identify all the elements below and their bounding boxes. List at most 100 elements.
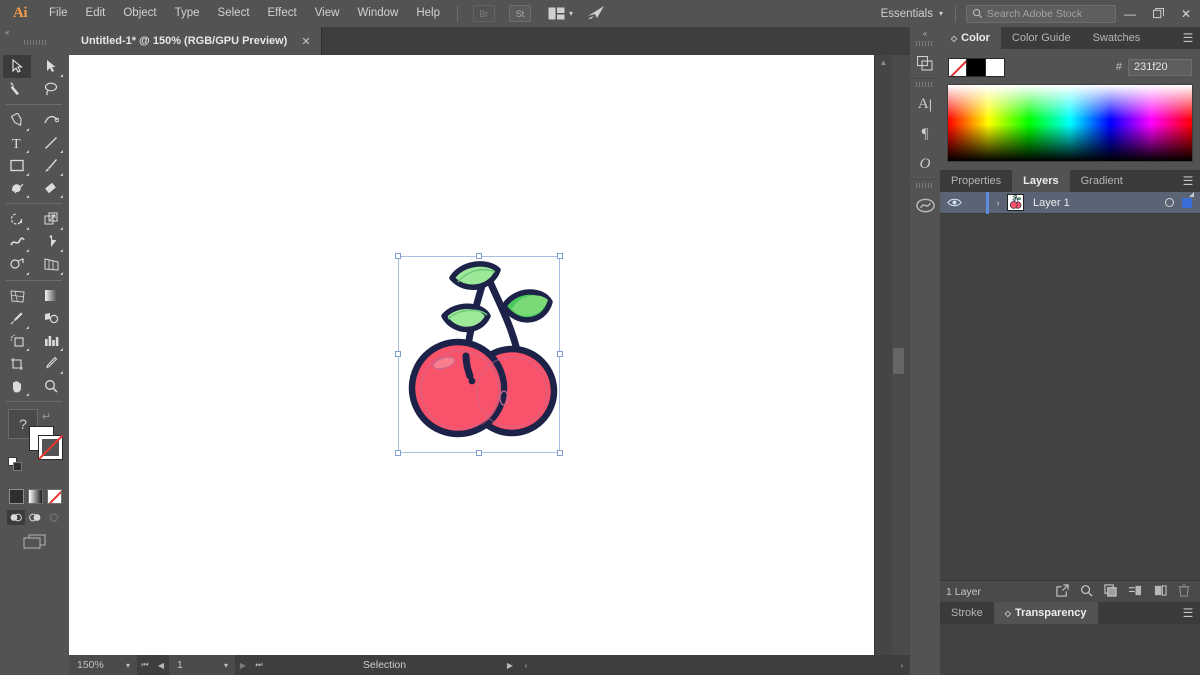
layer-expand-arrow[interactable]: › <box>989 198 1007 208</box>
canvas-vertical-scrollbar[interactable]: ▲ <box>874 55 892 655</box>
first-artboard-button[interactable]: ⏮ <box>137 660 153 670</box>
perspective-grid-tool[interactable] <box>37 253 65 276</box>
paintbrush-tool[interactable] <box>37 154 65 177</box>
dock-drag-handle[interactable] <box>916 41 934 46</box>
tab-color-guide[interactable]: Color Guide <box>1001 27 1082 49</box>
close-icon[interactable]: ✕ <box>301 35 310 48</box>
column-graph-tool[interactable] <box>37 330 65 353</box>
artboard-dropdown-icon[interactable]: ▾ <box>217 655 235 675</box>
artboard-tool[interactable] <box>3 352 31 375</box>
curvature-tool[interactable] <box>37 109 65 132</box>
creative-cloud-icon[interactable] <box>910 190 940 220</box>
black-swatch[interactable] <box>967 57 986 77</box>
pen-tool[interactable] <box>3 109 31 132</box>
search-icon[interactable] <box>1080 584 1093 600</box>
menu-type[interactable]: Type <box>166 0 209 27</box>
blend-tool[interactable] <box>37 307 65 330</box>
none-swatch[interactable] <box>948 57 967 77</box>
tab-swatches[interactable]: Swatches <box>1082 27 1152 49</box>
discover-rocket-icon[interactable] <box>587 5 606 23</box>
panel-menu-icon[interactable]: ☰ <box>1176 27 1200 49</box>
menu-window[interactable]: Window <box>348 0 407 27</box>
menu-help[interactable]: Help <box>407 0 449 27</box>
delete-selection-icon[interactable] <box>1178 583 1190 600</box>
toolbar-collapse-header[interactable]: « <box>0 27 69 55</box>
paragraph-panel-icon[interactable]: ¶ <box>910 119 940 149</box>
table-row[interactable]: › Layer 1 <box>940 191 1200 214</box>
magic-wand-tool[interactable] <box>3 78 31 101</box>
menu-select[interactable]: Select <box>209 0 259 27</box>
character-panel-icon[interactable]: A | <box>910 89 940 119</box>
panel-resize-grabber[interactable] <box>893 348 904 374</box>
eyedropper-tool[interactable] <box>3 307 31 330</box>
shaper-tool[interactable] <box>3 177 31 200</box>
layer-name[interactable]: Layer 1 <box>1033 197 1070 209</box>
layers-list-body[interactable] <box>940 214 1200 580</box>
scroll-up-icon[interactable]: ▲ <box>875 55 892 69</box>
menu-file[interactable]: File <box>40 0 77 27</box>
type-tool[interactable]: T <box>3 132 31 155</box>
default-fill-stroke-button[interactable] <box>8 457 23 472</box>
none-mode-button[interactable] <box>47 489 62 504</box>
workspace-switcher[interactable]: Essentials ▾ <box>869 8 955 20</box>
scroll-left-icon[interactable]: ‹ <box>518 661 534 670</box>
minimize-button[interactable]: — <box>1116 0 1144 27</box>
dock-drag-handle[interactable] <box>916 82 934 87</box>
color-mode-button[interactable] <box>9 489 24 504</box>
menu-view[interactable]: View <box>306 0 349 27</box>
handle-middle-right[interactable] <box>557 351 563 357</box>
scroll-right-icon[interactable]: › <box>894 661 910 670</box>
panel-menu-icon[interactable]: ☰ <box>1176 170 1200 192</box>
scale-tool[interactable] <box>37 208 65 231</box>
white-swatch[interactable] <box>986 57 1005 77</box>
prev-artboard-button[interactable]: ◀ <box>153 661 169 670</box>
dock-drag-handle[interactable] <box>916 183 934 188</box>
rectangle-tool[interactable] <box>3 154 31 177</box>
tab-gradient[interactable]: Gradient <box>1070 170 1134 192</box>
menu-edit[interactable]: Edit <box>77 0 115 27</box>
direct-selection-tool[interactable] <box>37 55 65 78</box>
toolbar-drag-handle[interactable] <box>23 40 46 45</box>
gradient-tool[interactable] <box>37 285 65 308</box>
opentype-panel-icon[interactable]: O <box>910 149 940 179</box>
expand-panels-icon[interactable]: « <box>910 27 940 38</box>
line-segment-tool[interactable] <box>37 132 65 155</box>
draw-behind-button[interactable] <box>26 510 44 525</box>
layer-visibility-toggle[interactable] <box>940 197 968 208</box>
lasso-tool[interactable] <box>37 78 65 101</box>
close-button[interactable]: ✕ <box>1172 0 1200 27</box>
stock-search-input[interactable]: Search Adobe Stock <box>966 4 1116 23</box>
handle-top-center[interactable] <box>476 253 482 259</box>
tab-properties[interactable]: Properties <box>940 170 1012 192</box>
hex-value-input[interactable]: 231f20 <box>1128 58 1192 76</box>
gradient-mode-button[interactable] <box>28 489 43 504</box>
color-spectrum[interactable] <box>947 84 1193 162</box>
document-tab[interactable]: Untitled-1* @ 150% (RGB/GPU Preview) ✕ <box>69 27 322 55</box>
arrange-documents-button[interactable]: ▾ <box>548 7 573 20</box>
swap-fill-stroke-icon[interactable]: ↵ <box>42 410 51 423</box>
create-new-layer-icon[interactable] <box>1153 584 1167 600</box>
tab-color[interactable]: ◇ Color <box>940 27 1001 49</box>
change-screen-mode-button[interactable] <box>23 534 47 552</box>
mesh-tool[interactable] <box>3 285 31 308</box>
menu-object[interactable]: Object <box>114 0 165 27</box>
tab-layers[interactable]: Layers <box>1012 170 1070 192</box>
artboard-canvas[interactable]: ▲ <box>69 55 892 655</box>
symbol-sprayer-tool[interactable] <box>3 330 31 353</box>
layer-selected-indicator[interactable] <box>1182 191 1194 208</box>
handle-top-left[interactable] <box>395 253 401 259</box>
hand-tool[interactable] <box>3 375 31 398</box>
bridge-button[interactable]: Br <box>473 5 495 22</box>
status-menu-button[interactable]: ▶ <box>502 661 518 670</box>
tab-stroke[interactable]: Stroke <box>940 602 994 624</box>
create-new-sublayer-icon[interactable] <box>1128 584 1142 600</box>
handle-middle-left[interactable] <box>395 351 401 357</box>
handle-top-right[interactable] <box>557 253 563 259</box>
menu-effect[interactable]: Effect <box>259 0 306 27</box>
make-clipping-mask-icon[interactable] <box>1104 583 1117 600</box>
restore-button[interactable] <box>1144 0 1172 27</box>
rotate-tool[interactable] <box>3 208 31 231</box>
free-transform-tool[interactable] <box>37 231 65 254</box>
shape-builder-tool[interactable] <box>3 253 31 276</box>
layer-target-icon[interactable] <box>1165 198 1174 207</box>
